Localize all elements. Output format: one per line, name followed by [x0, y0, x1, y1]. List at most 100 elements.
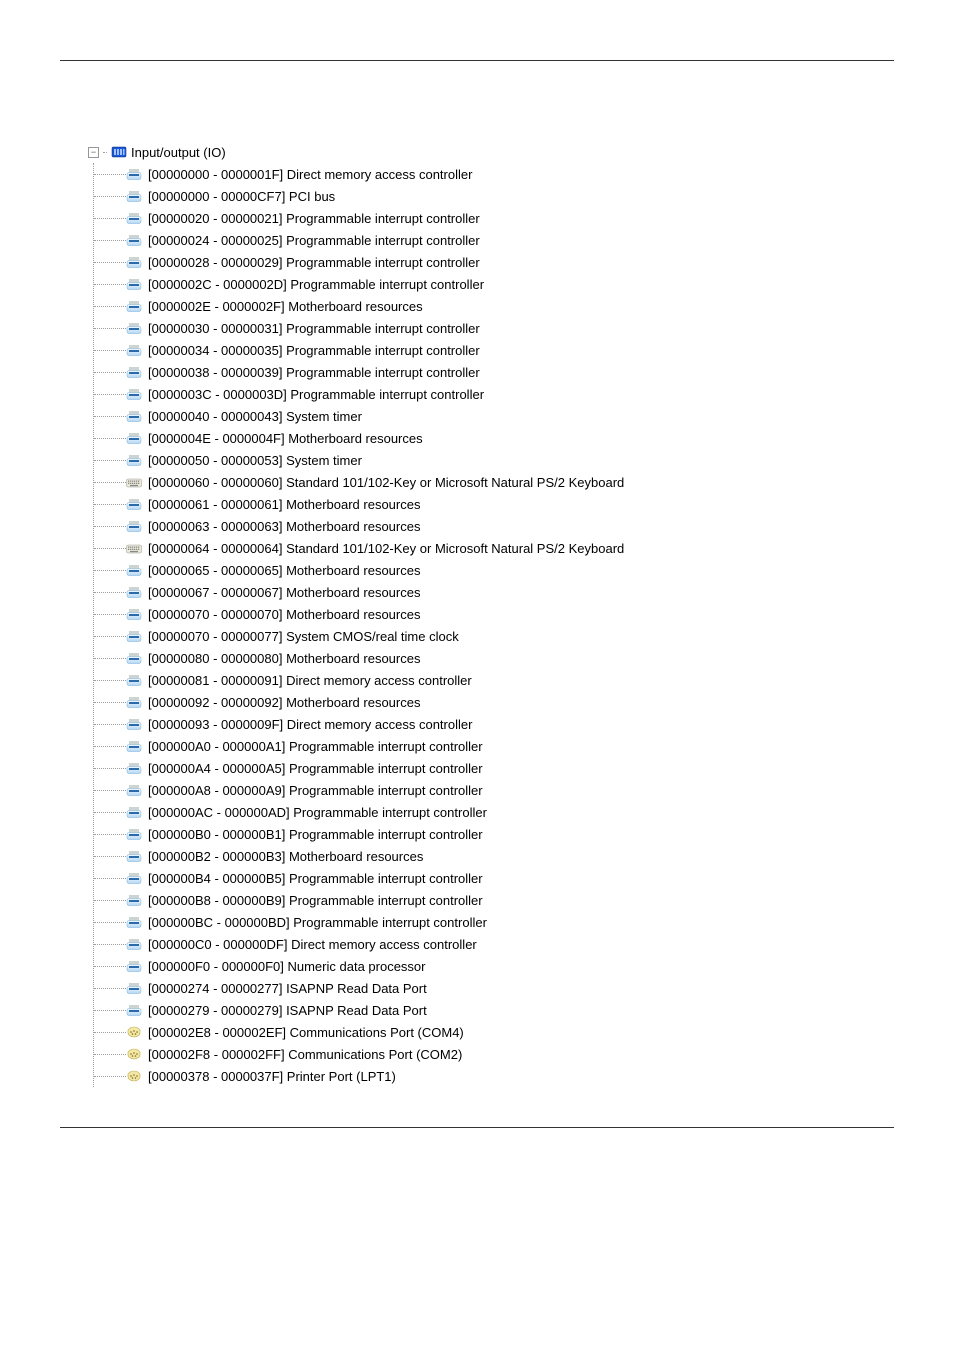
tree-item[interactable]: [00000063 - 00000063] Motherboard resour… [94, 515, 894, 537]
chip-icon [126, 518, 142, 534]
chip-icon [126, 804, 142, 820]
chip-icon [126, 782, 142, 798]
tree-item[interactable]: [00000279 - 00000279] ISAPNP Read Data P… [94, 999, 894, 1021]
tree-item[interactable]: [00000020 - 00000021] Programmable inter… [94, 207, 894, 229]
chip-icon [126, 914, 142, 930]
tree-item-label: [00000081 - 00000091] Direct memory acce… [148, 673, 472, 688]
port-icon [126, 1024, 142, 1040]
chip-icon [126, 826, 142, 842]
tree-item-label: [00000092 - 00000092] Motherboard resour… [148, 695, 420, 710]
chip-icon [126, 210, 142, 226]
keyboard-icon [126, 540, 142, 556]
tree-item[interactable]: [00000064 - 00000064] Standard 101/102-K… [94, 537, 894, 559]
tree-item[interactable]: [00000024 - 00000025] Programmable inter… [94, 229, 894, 251]
chip-icon [126, 716, 142, 732]
tree-item[interactable]: [00000038 - 00000039] Programmable inter… [94, 361, 894, 383]
resource-tree: Input/output (IO) [00000000 - 0000001F] … [88, 141, 894, 1087]
chip-icon [126, 232, 142, 248]
chip-icon [126, 738, 142, 754]
tree-item[interactable]: [00000274 - 00000277] ISAPNP Read Data P… [94, 977, 894, 999]
tree-item[interactable]: [00000050 - 00000053] System timer [94, 449, 894, 471]
tree-item[interactable]: [000000A8 - 000000A9] Programmable inter… [94, 779, 894, 801]
tree-item[interactable]: [00000378 - 0000037F] Printer Port (LPT1… [94, 1065, 894, 1087]
tree-item[interactable]: [00000080 - 00000080] Motherboard resour… [94, 647, 894, 669]
tree-item[interactable]: [000000B0 - 000000B1] Programmable inter… [94, 823, 894, 845]
page-bottom-divider [60, 1127, 894, 1128]
root-label: Input/output (IO) [131, 145, 226, 160]
tree-item-label: [00000061 - 00000061] Motherboard resour… [148, 497, 420, 512]
chip-icon [126, 408, 142, 424]
tree-item[interactable]: [00000000 - 0000001F] Direct memory acce… [94, 163, 894, 185]
tree-item[interactable]: [000000BC - 000000BD] Programmable inter… [94, 911, 894, 933]
tree-item-label: [00000279 - 00000279] ISAPNP Read Data P… [148, 1003, 427, 1018]
tree-item[interactable]: [00000030 - 00000031] Programmable inter… [94, 317, 894, 339]
tree-root-item-io[interactable]: Input/output (IO) [88, 141, 894, 163]
tree-item-label: [00000070 - 00000070] Motherboard resour… [148, 607, 420, 622]
tree-item-label: [000002F8 - 000002FF] Communications Por… [148, 1047, 462, 1062]
tree-item[interactable]: [00000070 - 00000077] System CMOS/real t… [94, 625, 894, 647]
tree-item[interactable]: [00000000 - 00000CF7] PCI bus [94, 185, 894, 207]
chip-icon [126, 848, 142, 864]
chip-icon [126, 562, 142, 578]
tree-item[interactable]: [000000A0 - 000000A1] Programmable inter… [94, 735, 894, 757]
chip-icon [126, 452, 142, 468]
tree-item[interactable]: [000000B4 - 000000B5] Programmable inter… [94, 867, 894, 889]
tree-children: [00000000 - 0000001F] Direct memory acce… [93, 163, 894, 1087]
collapse-icon[interactable] [88, 147, 99, 158]
tree-item-label: [0000004E - 0000004F] Motherboard resour… [148, 431, 423, 446]
tree-item-label: [0000003C - 0000003D] Programmable inter… [148, 387, 484, 402]
chip-icon [126, 694, 142, 710]
tree-item-label: [00000060 - 00000060] Standard 101/102-K… [148, 475, 624, 490]
tree-item-label: [00000000 - 00000CF7] PCI bus [148, 189, 335, 204]
chip-icon [126, 606, 142, 622]
tree-item-label: [000000B2 - 000000B3] Motherboard resour… [148, 849, 423, 864]
port-icon [126, 1046, 142, 1062]
tree-item-label: [00000063 - 00000063] Motherboard resour… [148, 519, 420, 534]
tree-item[interactable]: [00000070 - 00000070] Motherboard resour… [94, 603, 894, 625]
tree-item[interactable]: [00000092 - 00000092] Motherboard resour… [94, 691, 894, 713]
chip-icon [126, 386, 142, 402]
keyboard-icon [126, 474, 142, 490]
tree-item-label: [00000093 - 0000009F] Direct memory acce… [148, 717, 472, 732]
tree-item-label: [0000002E - 0000002F] Motherboard resour… [148, 299, 423, 314]
tree-item[interactable]: [00000028 - 00000029] Programmable inter… [94, 251, 894, 273]
tree-item[interactable]: [00000067 - 00000067] Motherboard resour… [94, 581, 894, 603]
chip-icon [126, 1002, 142, 1018]
chip-icon [126, 936, 142, 952]
tree-item-label: [00000070 - 00000077] System CMOS/real t… [148, 629, 459, 644]
tree-item[interactable]: [00000040 - 00000043] System timer [94, 405, 894, 427]
chip-icon [126, 496, 142, 512]
io-category-icon [111, 144, 127, 160]
tree-item[interactable]: [00000081 - 00000091] Direct memory acce… [94, 669, 894, 691]
chip-icon [126, 166, 142, 182]
tree-item[interactable]: [00000093 - 0000009F] Direct memory acce… [94, 713, 894, 735]
chip-icon [126, 254, 142, 270]
tree-item-label: [000000BC - 000000BD] Programmable inter… [148, 915, 487, 930]
tree-item-label: [000000B8 - 000000B9] Programmable inter… [148, 893, 483, 908]
tree-item[interactable]: [000000A4 - 000000A5] Programmable inter… [94, 757, 894, 779]
tree-item[interactable]: [000000AC - 000000AD] Programmable inter… [94, 801, 894, 823]
tree-item-label: [00000024 - 00000025] Programmable inter… [148, 233, 480, 248]
tree-item[interactable]: [0000004E - 0000004F] Motherboard resour… [94, 427, 894, 449]
tree-item[interactable]: [00000034 - 00000035] Programmable inter… [94, 339, 894, 361]
tree-item-label: [000000A4 - 000000A5] Programmable inter… [148, 761, 483, 776]
tree-item[interactable]: [000002F8 - 000002FF] Communications Por… [94, 1043, 894, 1065]
tree-item-label: [00000028 - 00000029] Programmable inter… [148, 255, 480, 270]
tree-item[interactable]: [000000B8 - 000000B9] Programmable inter… [94, 889, 894, 911]
tree-item[interactable]: [00000060 - 00000060] Standard 101/102-K… [94, 471, 894, 493]
tree-item[interactable]: [000002E8 - 000002EF] Communications Por… [94, 1021, 894, 1043]
tree-item-label: [00000067 - 00000067] Motherboard resour… [148, 585, 420, 600]
chip-icon [126, 584, 142, 600]
tree-item-label: [000000B4 - 000000B5] Programmable inter… [148, 871, 483, 886]
tree-item-label: [00000030 - 00000031] Programmable inter… [148, 321, 480, 336]
tree-item[interactable]: [000000C0 - 000000DF] Direct memory acce… [94, 933, 894, 955]
tree-item[interactable]: [00000061 - 00000061] Motherboard resour… [94, 493, 894, 515]
tree-item[interactable]: [0000002E - 0000002F] Motherboard resour… [94, 295, 894, 317]
chip-icon [126, 760, 142, 776]
tree-item[interactable]: [000000B2 - 000000B3] Motherboard resour… [94, 845, 894, 867]
tree-item[interactable]: [00000065 - 00000065] Motherboard resour… [94, 559, 894, 581]
tree-item[interactable]: [000000F0 - 000000F0] Numeric data proce… [94, 955, 894, 977]
tree-item[interactable]: [0000002C - 0000002D] Programmable inter… [94, 273, 894, 295]
tree-item[interactable]: [0000003C - 0000003D] Programmable inter… [94, 383, 894, 405]
chip-icon [126, 628, 142, 644]
